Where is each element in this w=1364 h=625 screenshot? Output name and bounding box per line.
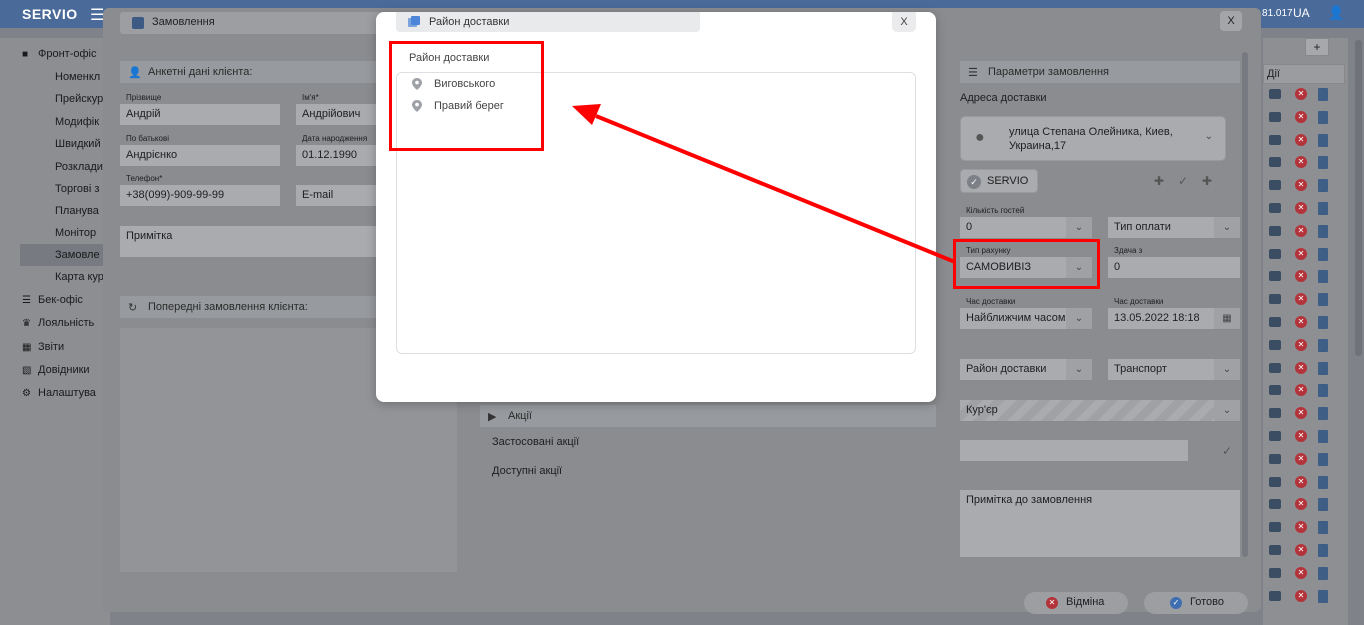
annotation-arrow bbox=[572, 104, 956, 264]
